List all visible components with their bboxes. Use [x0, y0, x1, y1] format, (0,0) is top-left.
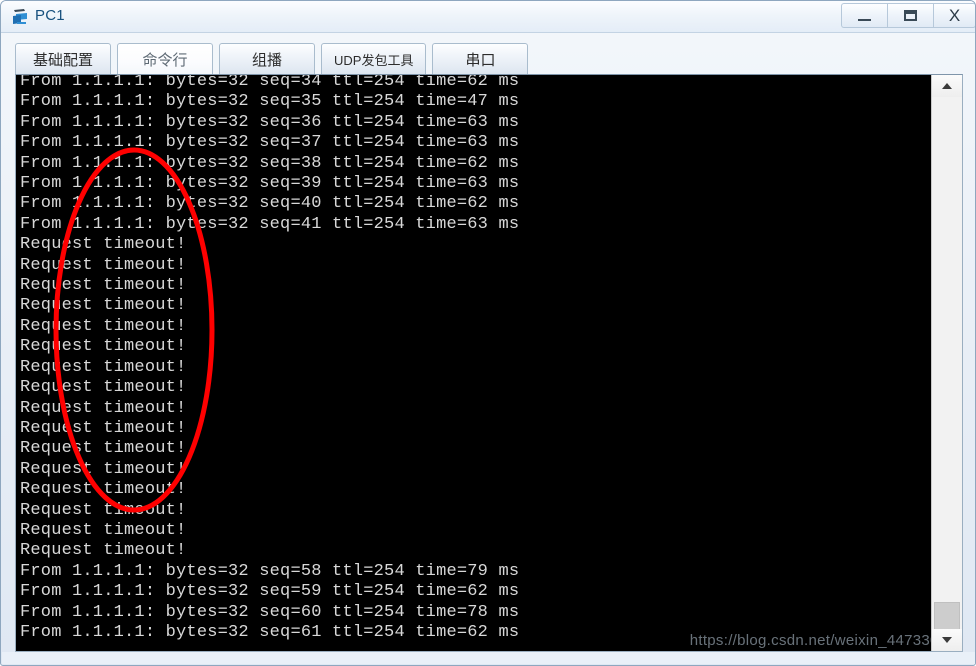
tab-label: UDP发包工具 — [334, 52, 414, 68]
tab-command-line[interactable]: 命令行 — [117, 43, 213, 75]
terminal-scrollbar[interactable] — [931, 75, 962, 651]
watermark-text: https://blog.csdn.net/weixin_44733021 — [689, 632, 956, 649]
chevron-up-icon — [942, 83, 952, 89]
tab-label: 命令行 — [142, 51, 188, 69]
terminal-output-panel[interactable]: From 1.1.1.1: bytes=32 seq=34 ttl=254 ti… — [15, 74, 963, 652]
chevron-down-icon — [942, 637, 952, 643]
tab-multicast[interactable]: 组播 — [219, 43, 315, 75]
tab-label: 串口 — [465, 51, 496, 69]
window-titlebar: PC1 X — [1, 1, 975, 33]
minimize-button[interactable] — [841, 3, 887, 28]
terminal-text: From 1.1.1.1: bytes=32 seq=34 ttl=254 ti… — [20, 74, 520, 642]
window-bottom-strip — [2, 652, 975, 664]
pc-device-icon — [11, 7, 31, 27]
close-icon: X — [948, 6, 961, 25]
maximize-button[interactable] — [887, 3, 933, 28]
tab-udp-tool[interactable]: UDP发包工具 — [321, 43, 427, 75]
tab-label: 基础配置 — [32, 51, 93, 69]
window-title: PC1 — [35, 7, 65, 24]
close-button[interactable]: X — [933, 3, 975, 28]
tab-bar: 基础配置 命令行 组播 UDP发包工具 串口 — [15, 41, 534, 75]
pc1-window: PC1 X 基础配置 命令行 组播 UDP发包工具 串口 From 1.1.1.… — [0, 0, 976, 666]
tab-label: 组播 — [251, 51, 282, 69]
scroll-up-button[interactable] — [932, 75, 962, 97]
minimize-icon — [858, 18, 871, 21]
tab-basic-config[interactable]: 基础配置 — [15, 43, 111, 75]
scroll-down-button[interactable] — [932, 629, 962, 651]
tab-serial-port[interactable]: 串口 — [432, 43, 529, 75]
scrollbar-track[interactable] — [932, 97, 962, 646]
maximize-icon — [904, 10, 917, 21]
